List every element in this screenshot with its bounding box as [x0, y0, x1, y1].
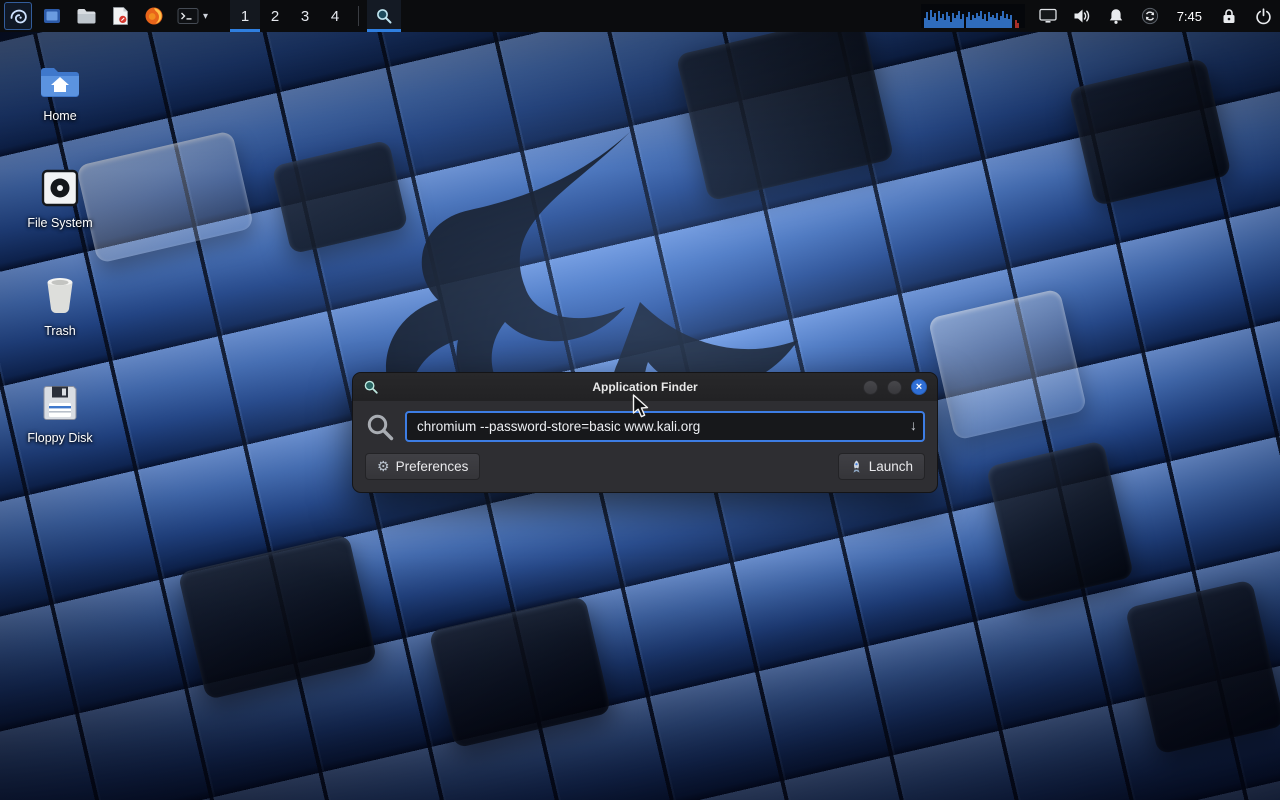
launcher-firefox[interactable] — [140, 2, 168, 30]
command-input[interactable] — [405, 411, 925, 442]
launcher-text-editor[interactable] — [106, 2, 134, 30]
panel-clock[interactable]: 7:45 — [1173, 9, 1206, 24]
volume-icon[interactable] — [1071, 5, 1093, 27]
desktop-icon-home[interactable]: Home — [8, 60, 112, 123]
workspace-3[interactable]: 3 — [290, 0, 320, 32]
launch-icon — [850, 460, 863, 474]
mouse-cursor — [632, 394, 651, 420]
home-icon — [39, 60, 81, 102]
kali-logo-icon — [8, 6, 28, 26]
command-field-wrap: ↓ — [405, 411, 925, 442]
workspace-1[interactable]: 1 — [230, 0, 260, 32]
workspace-4[interactable]: 4 — [320, 0, 350, 32]
bell-icon — [1108, 8, 1124, 25]
panel-right: 7:45 — [921, 0, 1280, 32]
search-icon — [365, 412, 395, 442]
top-panel: ▾ 1 2 3 4 — [0, 0, 1280, 32]
maximize-button[interactable] — [887, 380, 902, 395]
window-icon — [42, 6, 62, 26]
taskbar-application-finder[interactable] — [367, 0, 401, 32]
trash-icon — [39, 275, 81, 317]
terminal-icon — [177, 7, 199, 25]
desktop-icon-trash[interactable]: Trash — [8, 275, 112, 338]
button-row: ⚙ Preferences Launch — [365, 453, 925, 480]
history-dropdown-icon[interactable]: ↓ — [910, 417, 917, 433]
workspace-2[interactable]: 2 — [260, 0, 290, 32]
desktop: Home File System Trash — [0, 32, 1280, 800]
launcher-file-manager[interactable] — [72, 2, 100, 30]
application-finder-window: Application Finder × ↓ — [352, 372, 938, 493]
window-app-icon — [363, 379, 379, 395]
window-controls: × — [863, 379, 927, 395]
screen-lock-button[interactable] — [1218, 5, 1240, 27]
application-finder-task-icon — [375, 7, 393, 25]
gear-icon: ⚙ — [377, 458, 390, 475]
display-settings-icon[interactable] — [1037, 5, 1059, 27]
close-button[interactable]: × — [911, 379, 927, 395]
cpu-graph-bars — [923, 4, 1023, 28]
desktop-icon-floppy-disk[interactable]: Floppy Disk — [8, 382, 112, 445]
power-icon — [1255, 8, 1272, 25]
firefox-icon — [144, 6, 164, 26]
desktop-icon-label: Floppy Disk — [27, 431, 92, 445]
launch-button[interactable]: Launch — [838, 453, 925, 480]
display-icon — [1039, 8, 1057, 24]
panel-left: ▾ 1 2 3 4 — [0, 0, 401, 32]
workspace-switcher: 1 2 3 4 — [230, 0, 350, 32]
desktop-icon-label: Home — [43, 109, 76, 123]
notifications-bell-icon[interactable] — [1105, 5, 1127, 27]
window-title: Application Finder — [353, 380, 937, 394]
desktop-icon-label: File System — [27, 216, 92, 230]
minimize-button[interactable] — [863, 380, 878, 395]
folder-icon — [76, 7, 97, 25]
launcher-terminal[interactable] — [174, 2, 202, 30]
updates-icon[interactable] — [1139, 5, 1161, 27]
logout-power-button[interactable] — [1252, 5, 1274, 27]
panel-separator — [358, 6, 359, 26]
applications-menu-button[interactable] — [4, 2, 32, 30]
launch-label: Launch — [869, 459, 913, 474]
preferences-button[interactable]: ⚙ Preferences — [365, 453, 480, 480]
lock-icon — [1221, 8, 1237, 25]
update-circle-icon — [1141, 7, 1159, 25]
file-system-icon — [39, 167, 81, 209]
chevron-down-icon[interactable]: ▾ — [203, 11, 208, 22]
launcher-window[interactable] — [38, 2, 66, 30]
floppy-disk-icon — [39, 382, 81, 424]
desktop-icon-label: Trash — [44, 324, 76, 338]
text-editor-icon — [112, 6, 129, 26]
cpu-graph[interactable] — [921, 4, 1025, 28]
screen: ▾ 1 2 3 4 — [0, 0, 1280, 800]
preferences-label: Preferences — [396, 459, 469, 474]
speaker-icon — [1073, 8, 1091, 24]
desktop-icon-file-system[interactable]: File System — [8, 167, 112, 230]
